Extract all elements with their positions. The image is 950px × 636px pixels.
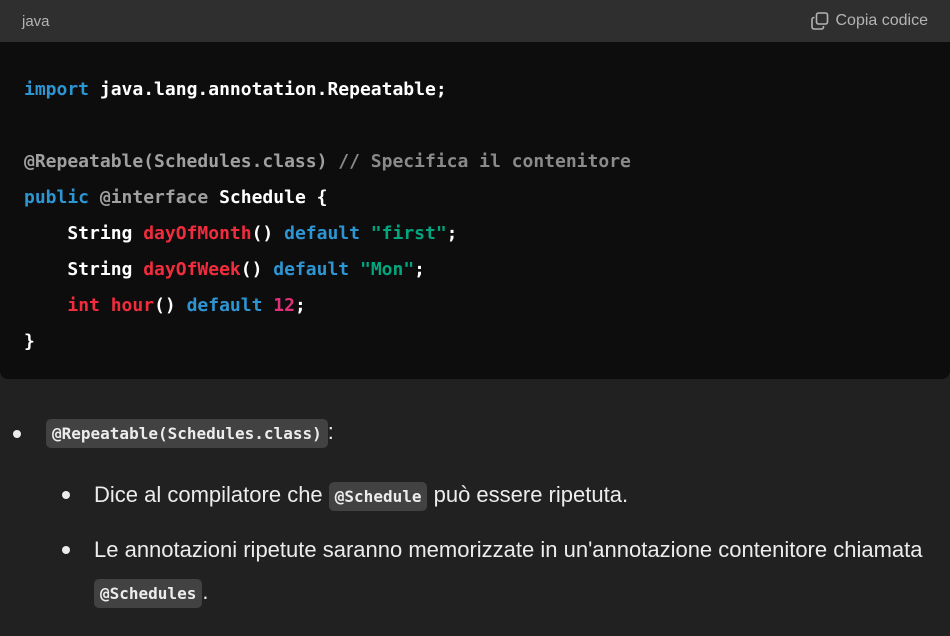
bullet-icon [62, 546, 70, 554]
code-token: int [67, 295, 100, 316]
list-item-content: Le annotazioni ripetute saranno memorizz… [94, 529, 924, 615]
code-header: java Copia codice [0, 0, 950, 42]
bullet-icon [62, 491, 70, 499]
code-token: @interface [89, 187, 209, 208]
code-token: () [154, 295, 187, 316]
inline-code: @Schedules [94, 579, 203, 608]
list-item-text: Dice al compilatore che [94, 482, 329, 507]
list-item-text: Le annotazioni ripetute saranno memorizz… [94, 537, 923, 562]
code-content: import java.lang.annotation.Repeatable; @… [0, 42, 950, 360]
copy-code-button[interactable]: Copia codice [810, 12, 929, 30]
code-line-1: import java.lang.annotation.Repeatable; [24, 72, 950, 108]
code-line-7: int hour() default 12; [24, 288, 950, 324]
code-language-label: java [22, 12, 50, 30]
code-block: java Copia codice import java.lang.annot… [0, 0, 950, 379]
code-token: () [240, 259, 274, 280]
code-token: default [186, 295, 263, 316]
copy-icon [810, 12, 829, 30]
code-token: () [251, 223, 285, 244]
list-item-content: Dice al compilatore che @Schedule può es… [94, 474, 924, 518]
code-token: @Repeatable(Schedules.class) [24, 151, 328, 172]
list-item-text: . [202, 579, 209, 604]
code-token: default [284, 223, 360, 244]
code-line-4: public @interface Schedule { [24, 180, 950, 216]
code-token: hour [99, 295, 155, 316]
code-token: } [24, 331, 35, 352]
code-line-6: String dayOfWeek() default "Mon"; [24, 252, 950, 288]
code-line-8: } [24, 324, 950, 360]
list-item-content: @Repeatable(Schedules.class): [46, 419, 334, 448]
inline-code: @Schedule [328, 482, 428, 511]
code-comment: // Specifica il contenitore [327, 151, 631, 172]
code-token: public [24, 187, 90, 208]
code-string: "Mon" [349, 259, 415, 280]
code-token: java.lang.annotation.Repeatable; [89, 79, 447, 100]
copy-code-label: Copia codice [835, 12, 929, 29]
code-token: dayOfWeek [143, 259, 241, 280]
code-token: import [24, 79, 90, 100]
list-item: @Repeatable(Schedules.class): [0, 414, 950, 454]
code-token: String [24, 259, 144, 280]
list-item-text: : [327, 419, 334, 444]
inline-code: @Repeatable(Schedules.class) [46, 419, 328, 448]
code-string: "first" [359, 223, 447, 244]
code-token: default [273, 259, 350, 280]
code-line-5: String dayOfMonth() default "first"; [24, 216, 950, 252]
code-token: String [24, 223, 144, 244]
list-item-text: può essere ripetuta. [427, 482, 629, 507]
code-line-3: @Repeatable(Schedules.class) // Specific… [24, 144, 950, 180]
code-token: ; [294, 295, 306, 316]
code-token: ; [414, 259, 426, 280]
bullet-icon [13, 430, 21, 438]
code-token: dayOfMonth [143, 223, 252, 244]
code-token: ; [446, 223, 458, 244]
code-number: 12 [262, 295, 295, 316]
code-token: Schedule { [208, 187, 328, 208]
